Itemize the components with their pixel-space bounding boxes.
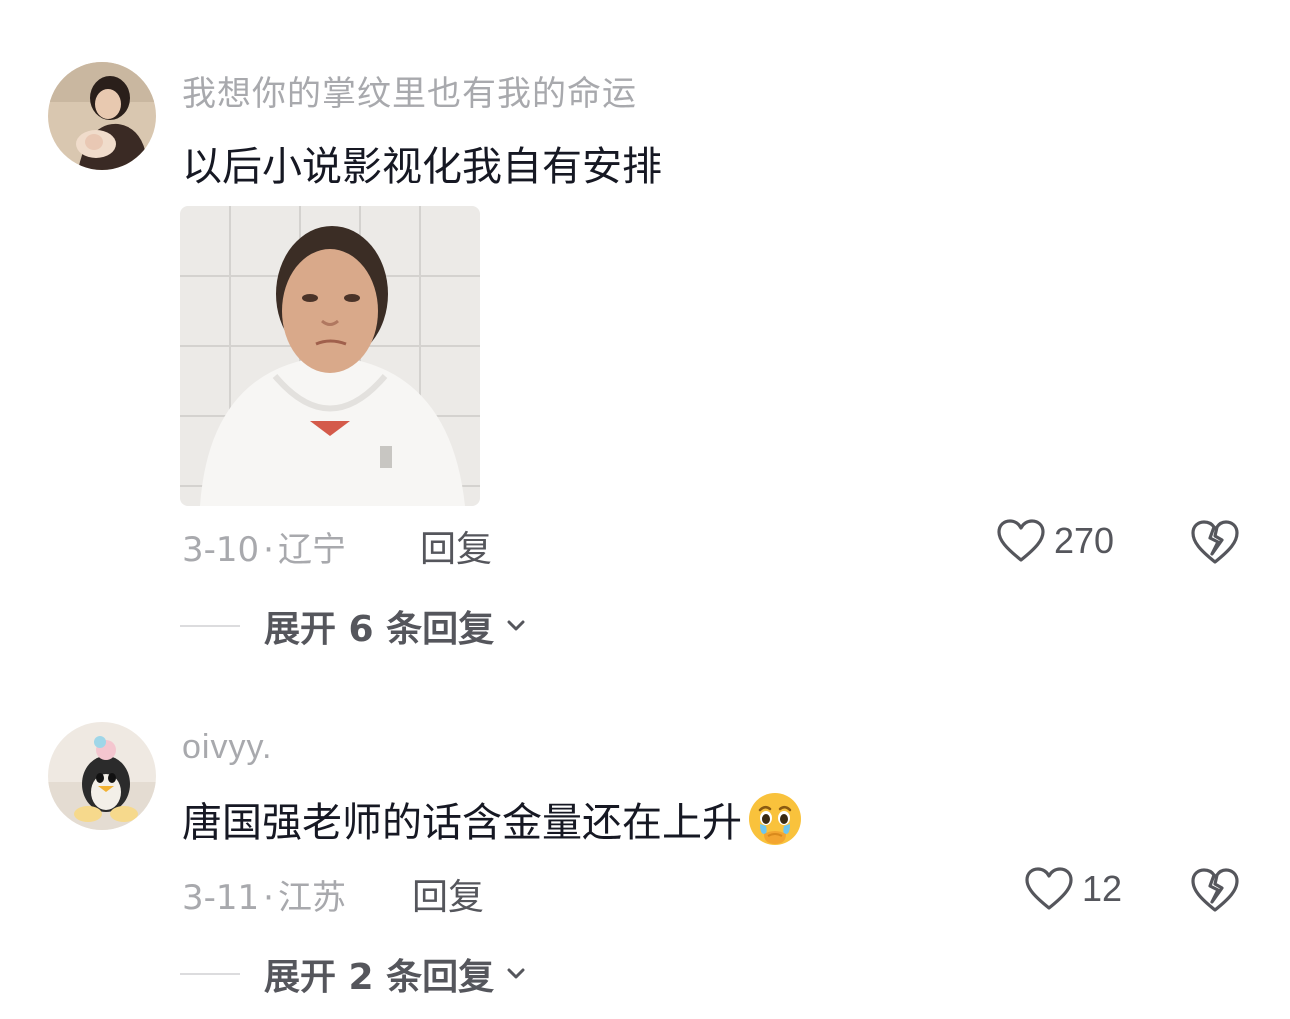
- like-button[interactable]: 270: [996, 518, 1114, 564]
- comment-text: 以后小说影视化我自有安排: [182, 144, 662, 190]
- comment-meta: 3-10 · 辽宁: [182, 530, 346, 570]
- broken-heart-icon: [1191, 868, 1239, 912]
- username[interactable]: oivyy.: [182, 728, 272, 767]
- heart-icon: [997, 519, 1045, 562]
- reply-button[interactable]: 回复: [412, 868, 484, 920]
- divider: [180, 625, 240, 627]
- heart-icon: [1025, 867, 1073, 910]
- comment-location: 江苏: [277, 878, 346, 918]
- chevron-down-icon: [507, 620, 525, 631]
- username[interactable]: 我想你的掌纹里也有我的命运: [182, 66, 637, 115]
- reply-button[interactable]: 回复: [420, 520, 492, 572]
- avatar[interactable]: [48, 62, 156, 170]
- expand-replies-label: 展开 2 条回复: [264, 957, 495, 998]
- holding-back-tears-emoji-icon: [749, 793, 801, 845]
- chevron-down-icon: [507, 968, 525, 979]
- comment-text: 唐国强老师的话含金量还在上升: [182, 790, 804, 848]
- expand-replies-button[interactable]: 展开 2 条回复: [180, 948, 528, 1000]
- comment-date: 3-11: [182, 878, 260, 918]
- like-button[interactable]: 12: [1024, 866, 1122, 912]
- like-count: 270: [1054, 520, 1115, 561]
- like-count: 12: [1082, 868, 1123, 909]
- divider: [180, 973, 240, 975]
- expand-replies-button[interactable]: 展开 6 条回复: [180, 600, 528, 652]
- broken-heart-icon: [1191, 520, 1239, 564]
- dislike-button[interactable]: [1190, 866, 1240, 914]
- comment-location: 辽宁: [277, 530, 346, 570]
- expand-replies-label: 展开 6 条回复: [264, 609, 495, 650]
- avatar[interactable]: [48, 722, 156, 830]
- comment-meta: 3-11 · 江苏: [182, 878, 346, 918]
- comment-date: 3-10: [182, 530, 260, 570]
- dislike-button[interactable]: [1190, 518, 1240, 566]
- comment-image[interactable]: [180, 206, 480, 506]
